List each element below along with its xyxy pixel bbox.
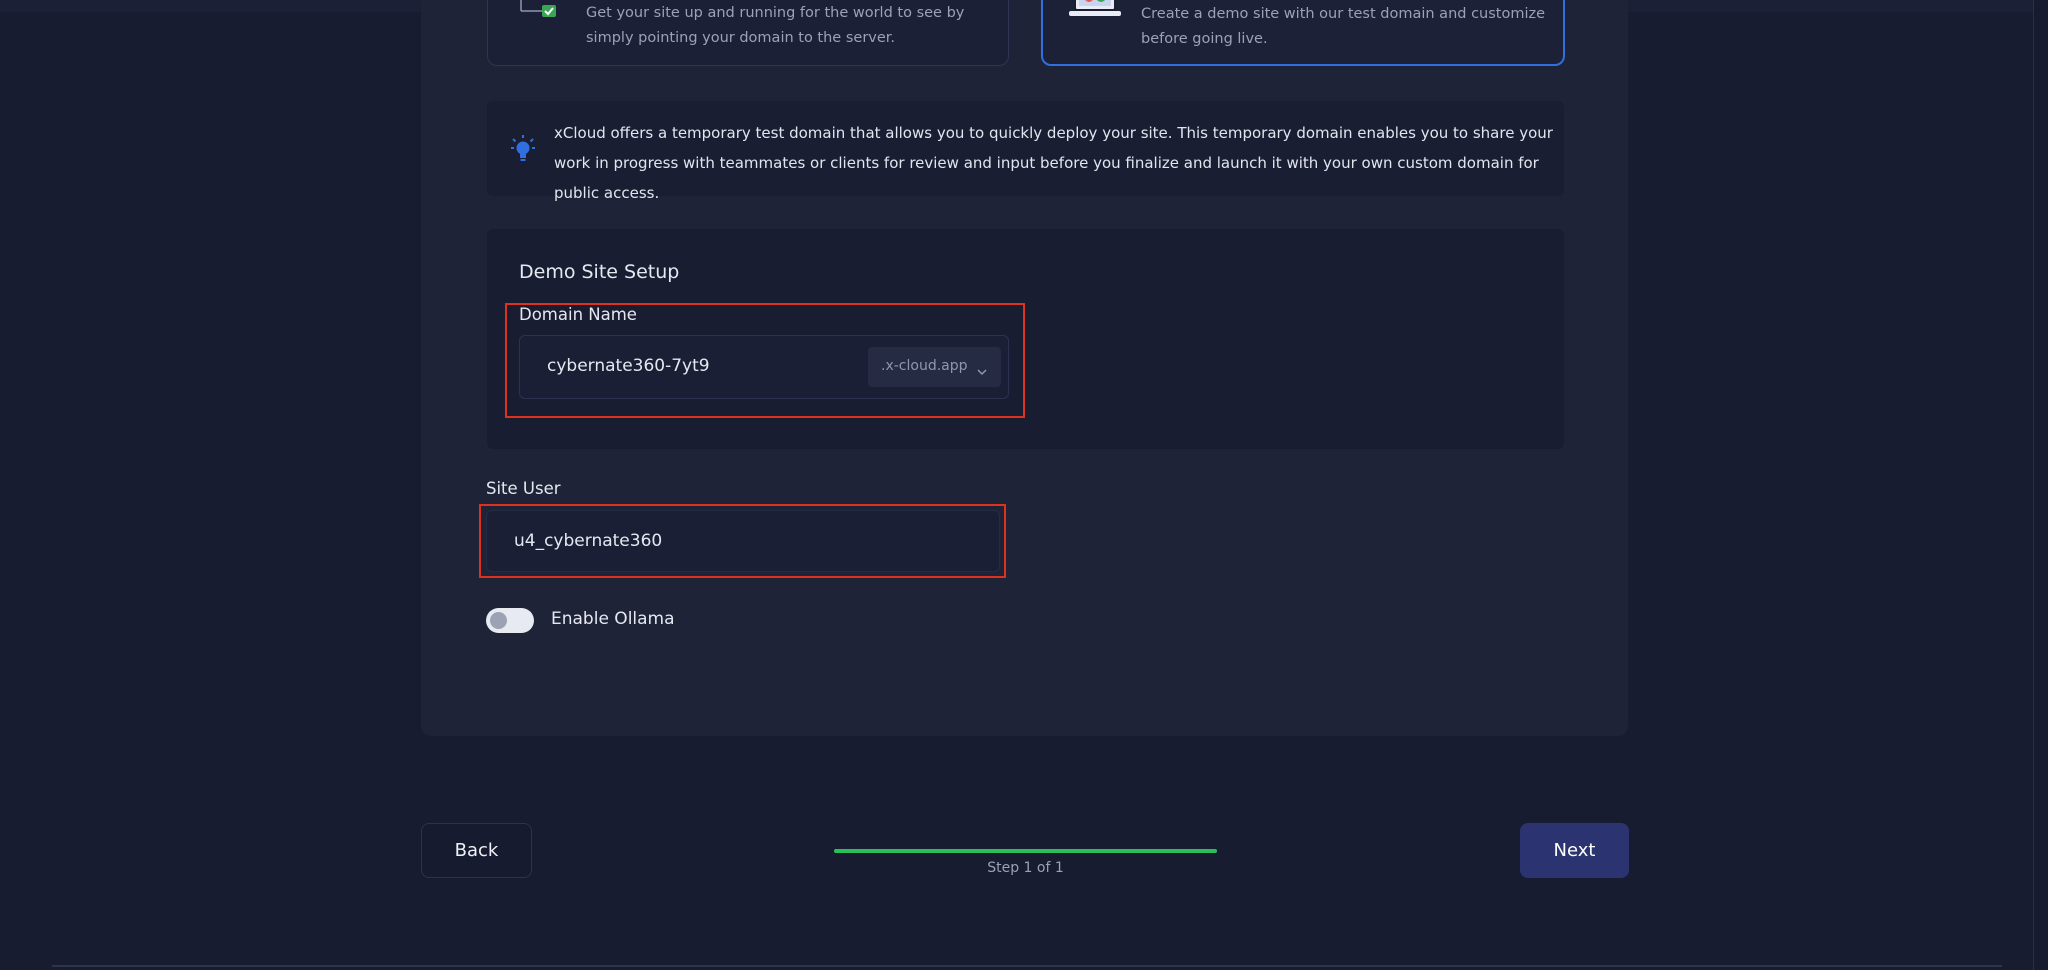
- option-live-description: Get your site up and running for the wor…: [586, 5, 965, 46]
- enable-ollama-label: Enable Ollama: [551, 609, 675, 629]
- site-user-value[interactable]: u4_cybernate360: [514, 531, 662, 551]
- laptop-test-icon: [1069, 0, 1121, 22]
- domain-suffix-select[interactable]: .x-cloud.app: [868, 347, 1001, 387]
- server-domain-icon: [512, 0, 568, 25]
- domain-suffix-value: .x-cloud.app: [881, 358, 968, 374]
- back-button[interactable]: Back: [421, 823, 532, 878]
- next-button[interactable]: Next: [1520, 823, 1629, 878]
- section-title: Demo Site Setup: [519, 261, 680, 283]
- toggle-knob: [490, 612, 507, 629]
- option-card-live-site[interactable]: Get your site up and running for the wor…: [487, 0, 1009, 66]
- info-text: xCloud offers a temporary test domain th…: [554, 124, 1553, 202]
- domain-name-value[interactable]: cybernate360-7yt9: [547, 356, 710, 376]
- domain-name-label: Domain Name: [519, 305, 637, 324]
- bottom-divider: [52, 965, 2002, 967]
- chevron-down-icon: [977, 361, 987, 380]
- option-demo-description: Create a demo site with our test domain …: [1141, 6, 1546, 47]
- lightbulb-icon: [511, 135, 535, 167]
- site-user-label: Site User: [486, 479, 561, 498]
- info-notice: xCloud offers a temporary test domain th…: [487, 101, 1564, 202]
- progress-fill: [834, 849, 1217, 853]
- option-card-demo-site[interactable]: Create a demo site with our test domain …: [1041, 0, 1565, 66]
- progress-bar: [834, 849, 1217, 853]
- enable-ollama-toggle[interactable]: [486, 608, 534, 633]
- step-indicator: Step 1 of 1: [987, 860, 1064, 876]
